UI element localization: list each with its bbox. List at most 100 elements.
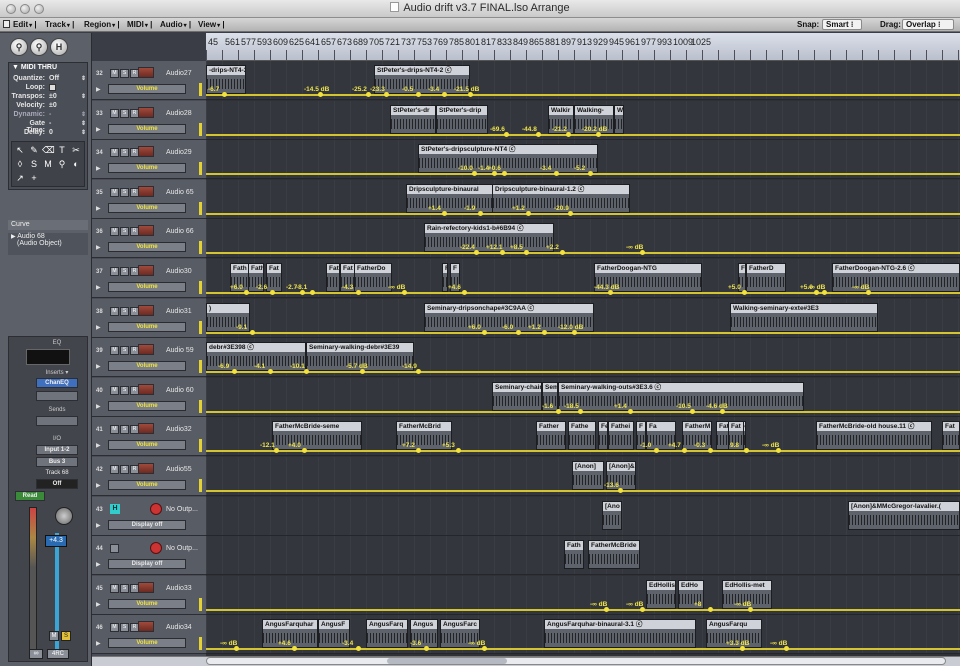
pan-knob[interactable] [55, 507, 73, 525]
disclosure-triangle-icon[interactable]: ▶ [96, 284, 101, 291]
menu-view[interactable]: View▾ | [198, 20, 225, 29]
automation-node[interactable] [292, 646, 297, 651]
solo-toggle[interactable]: S [120, 109, 129, 118]
mute-toggle[interactable]: M [110, 623, 119, 632]
automation-node[interactable] [588, 171, 593, 176]
automation-node[interactable] [640, 250, 645, 255]
track-header[interactable]: 32 M S R Audio27 ▶ Volume [92, 61, 206, 100]
send-slot-empty[interactable] [36, 416, 78, 426]
stereo-mode-button[interactable]: 4RC [47, 649, 69, 659]
automation-node[interactable] [416, 369, 421, 374]
automation-node[interactable] [556, 409, 561, 414]
automation-node[interactable] [536, 132, 541, 137]
track-header[interactable]: 36 M S R Audio 66 ▶ Volume [92, 219, 206, 258]
audio-region[interactable]: FatherMcBride [588, 540, 640, 569]
scissors-tool-icon[interactable]: ✂ [70, 144, 82, 156]
mute-toggle[interactable]: M [110, 465, 119, 474]
disclosure-triangle-icon[interactable]: ▶ [96, 403, 101, 410]
audio-region[interactable]: AngusFarquhar-binaural-3.1 ⓒ [544, 619, 696, 648]
automation-node[interactable] [222, 92, 227, 97]
solo-toggle[interactable]: S [120, 227, 129, 236]
solo-toggle[interactable]: S [120, 148, 129, 157]
hide-toggle-icon[interactable]: H [110, 504, 120, 514]
automation-node[interactable] [814, 290, 819, 295]
track-header[interactable]: 42 M S R Audio55 ▶ Volume [92, 457, 206, 496]
solo-toggle[interactable]: S [120, 584, 129, 593]
automation-node[interactable] [402, 290, 407, 295]
automation-node[interactable] [784, 646, 789, 651]
mute-toggle[interactable]: M [110, 267, 119, 276]
automation-parameter-select[interactable]: Volume [108, 282, 186, 292]
automation-node[interactable] [456, 448, 461, 453]
volume-automation-line[interactable] [206, 332, 960, 334]
track-header[interactable]: 39 M S R Audio 59 ▶ Volume [92, 338, 206, 377]
audio-region[interactable]: FatherMcBride-seme [272, 421, 362, 450]
eq-display[interactable] [26, 349, 70, 365]
mute-tool-icon[interactable]: M [42, 158, 54, 170]
mute-toggle[interactable]: M [110, 188, 119, 197]
disclosure-triangle-icon[interactable]: ▶ [96, 601, 101, 608]
automation-node[interactable] [560, 250, 565, 255]
disclosure-triangle-icon[interactable]: ▶ [96, 324, 101, 331]
volume-automation-line[interactable] [206, 292, 960, 294]
marquee-tool-icon[interactable]: + [28, 172, 40, 184]
disclosure-triangle-icon[interactable]: ▶ [96, 126, 101, 133]
automation-node[interactable] [472, 171, 477, 176]
solo-toggle[interactable]: S [120, 267, 129, 276]
drag-select[interactable]: Overlap ⁝ [902, 19, 954, 30]
automation-parameter-select[interactable]: Display off [108, 559, 186, 569]
automation-node[interactable] [270, 290, 275, 295]
automation-node[interactable] [310, 290, 315, 295]
automation-node[interactable] [640, 607, 645, 612]
automation-node[interactable] [304, 369, 309, 374]
audio-region[interactable]: Seminary-chainstream [492, 382, 542, 411]
automation-node[interactable] [740, 646, 745, 651]
automation-node[interactable] [468, 92, 473, 97]
arrange-area[interactable]: -drips-NT4-3 ⓒ StPeter's-drips-NT4-2 ⓒ StP… [206, 61, 960, 656]
disclosure-triangle-icon[interactable]: ▶ [96, 244, 101, 251]
audio-region[interactable]: FatherD [746, 263, 786, 292]
audio-region[interactable]: Fat [326, 263, 340, 292]
hide-icon[interactable]: H [50, 38, 68, 56]
automation-node[interactable] [482, 646, 487, 651]
volume-automation-line[interactable] [206, 450, 960, 452]
track-header[interactable]: 43 H No Outp... ▶ Display off [92, 497, 206, 536]
mute-toggle[interactable]: M [110, 425, 119, 434]
automation-parameter-select[interactable]: Volume [108, 163, 186, 173]
menu-region[interactable]: Region▾ | [84, 20, 120, 29]
track-object-info[interactable]: ▶ Audio 68 (Audio Object) [8, 233, 88, 255]
automation-node[interactable] [742, 290, 747, 295]
disclosure-triangle-icon[interactable]: ▶ [96, 442, 101, 449]
automation-node[interactable] [572, 330, 577, 335]
automation-node[interactable] [478, 211, 483, 216]
volume-automation-line[interactable] [206, 490, 960, 492]
disclosure-triangle-icon[interactable]: ▶ [96, 205, 101, 212]
solo-toggle[interactable]: S [120, 623, 129, 632]
automation-node[interactable] [526, 211, 531, 216]
horizontal-scrollbar[interactable] [206, 657, 946, 665]
solo-toggle[interactable]: S [120, 188, 129, 197]
disclosure-triangle-icon[interactable]: ▶ [96, 482, 101, 489]
audio-region[interactable]: [Anon] [572, 461, 604, 490]
audio-region[interactable]: [Anon]&MMcGregor-lavalier.( [848, 501, 960, 530]
solo-toggle[interactable]: S [120, 346, 129, 355]
volume-automation-line[interactable] [206, 609, 960, 611]
volume-automation-line[interactable] [206, 134, 960, 136]
audio-region[interactable]: [Ano [602, 501, 622, 530]
solo-toggle[interactable]: S [120, 307, 129, 316]
output-select[interactable]: Bus 3 [36, 457, 78, 467]
track-header[interactable]: 35 M S R Audio 65 ▶ Volume [92, 180, 206, 219]
automation-parameter-select[interactable]: Volume [108, 322, 186, 332]
audio-region[interactable]: W [614, 105, 624, 134]
automation-node[interactable] [356, 290, 361, 295]
automation-node[interactable] [250, 330, 255, 335]
automation-node[interactable] [776, 448, 781, 453]
automation-read-button[interactable]: Read [15, 491, 45, 501]
automation-node[interactable] [232, 369, 237, 374]
snap-select[interactable]: Smart ⁝ [822, 19, 862, 30]
curve-section[interactable]: Curve [8, 220, 88, 230]
automation-parameter-select[interactable]: Volume [108, 480, 186, 490]
automation-parameter-select[interactable]: Volume [108, 638, 186, 648]
automation-node[interactable] [442, 211, 447, 216]
automation-node[interactable] [474, 250, 479, 255]
